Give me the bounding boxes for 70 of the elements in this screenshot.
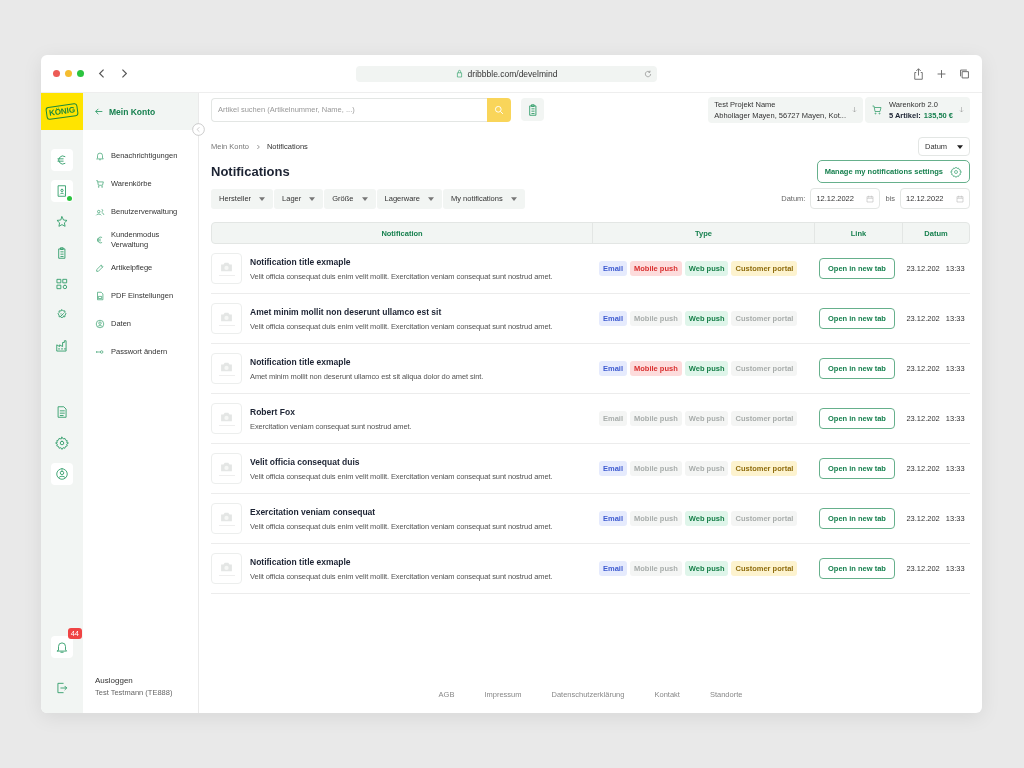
image-placeholder <box>211 453 242 484</box>
maximize-light[interactable] <box>77 70 84 77</box>
rail-button[interactable] <box>51 149 73 171</box>
factory-icon <box>55 339 69 353</box>
close-light[interactable] <box>53 70 60 77</box>
notification-title: Amet minim mollit non deserunt ullamco est sit <box>250 306 443 317</box>
caret-icon <box>957 144 963 149</box>
logo[interactable]: KÖNIG <box>41 93 83 130</box>
rail-button[interactable] <box>51 180 73 202</box>
image-placeholder <box>211 403 242 434</box>
caret-icon <box>361 196 368 201</box>
notification-title: Notification title exmaple <box>250 356 352 367</box>
address-bar[interactable]: dribbble.com/develmind <box>356 65 657 82</box>
image-placeholder <box>211 353 242 384</box>
page-title: Notifications <box>211 164 290 179</box>
minimize-light[interactable] <box>65 70 72 77</box>
settings-icon <box>55 436 69 450</box>
logout-icon <box>55 681 69 695</box>
star-icon <box>55 215 69 229</box>
caret-icon <box>259 196 266 201</box>
cart-icon <box>95 179 105 189</box>
search-button[interactable] <box>487 97 511 122</box>
image-placeholder <box>211 303 242 334</box>
document-icon <box>55 405 69 419</box>
euro-icon <box>95 235 105 245</box>
key-icon <box>95 347 105 357</box>
bell-icon <box>55 640 69 654</box>
arrow-down-icon <box>851 106 857 113</box>
user-icon <box>95 319 105 329</box>
back-icon[interactable] <box>98 68 106 79</box>
reload-icon[interactable] <box>644 69 652 78</box>
forward-icon[interactable] <box>120 68 128 79</box>
back-arrow-icon[interactable] <box>95 108 103 115</box>
search-icon <box>494 104 504 115</box>
notification-title: Velit officia consequat duis <box>250 456 361 467</box>
tabs-icon[interactable] <box>959 67 970 80</box>
share-icon[interactable] <box>913 67 924 80</box>
plus-icon[interactable] <box>936 67 947 80</box>
users-icon <box>95 207 105 217</box>
caret-icon <box>510 196 517 201</box>
logout-link[interactable]: Ausloggen <box>95 676 133 685</box>
image-placeholder <box>211 253 242 284</box>
cart-icon <box>870 103 883 116</box>
image-placeholder <box>211 553 242 584</box>
pencil-icon <box>95 263 105 273</box>
caret-icon <box>309 196 316 201</box>
document-icon <box>95 291 105 301</box>
list-button[interactable] <box>521 98 544 121</box>
euro-icon <box>55 153 69 167</box>
image-placeholder <box>211 503 242 534</box>
rail-button[interactable] <box>51 463 73 485</box>
notification-title: Exercitation veniam consequat <box>250 506 377 517</box>
notification-title: Notification title exmaple <box>250 556 352 567</box>
lock-icon <box>455 69 463 78</box>
arrow-down-icon <box>959 106 964 113</box>
notification-title: Robert Fox <box>250 406 296 417</box>
caret-icon <box>428 196 434 201</box>
calendar-icon <box>866 194 875 203</box>
settings-icon <box>950 165 962 178</box>
sidebar-title: Mein Konto <box>109 106 156 117</box>
chevron-icon <box>255 143 260 150</box>
clipboard-icon <box>55 246 69 260</box>
notification-title: Notification title exmaple <box>250 256 352 267</box>
grid-icon <box>55 277 69 291</box>
contact-card-icon <box>55 184 69 198</box>
calendar-icon <box>956 194 964 203</box>
rail-button[interactable] <box>51 636 73 658</box>
collapse-icon[interactable] <box>192 123 205 136</box>
user-icon <box>55 467 69 481</box>
bell-icon <box>95 151 105 161</box>
